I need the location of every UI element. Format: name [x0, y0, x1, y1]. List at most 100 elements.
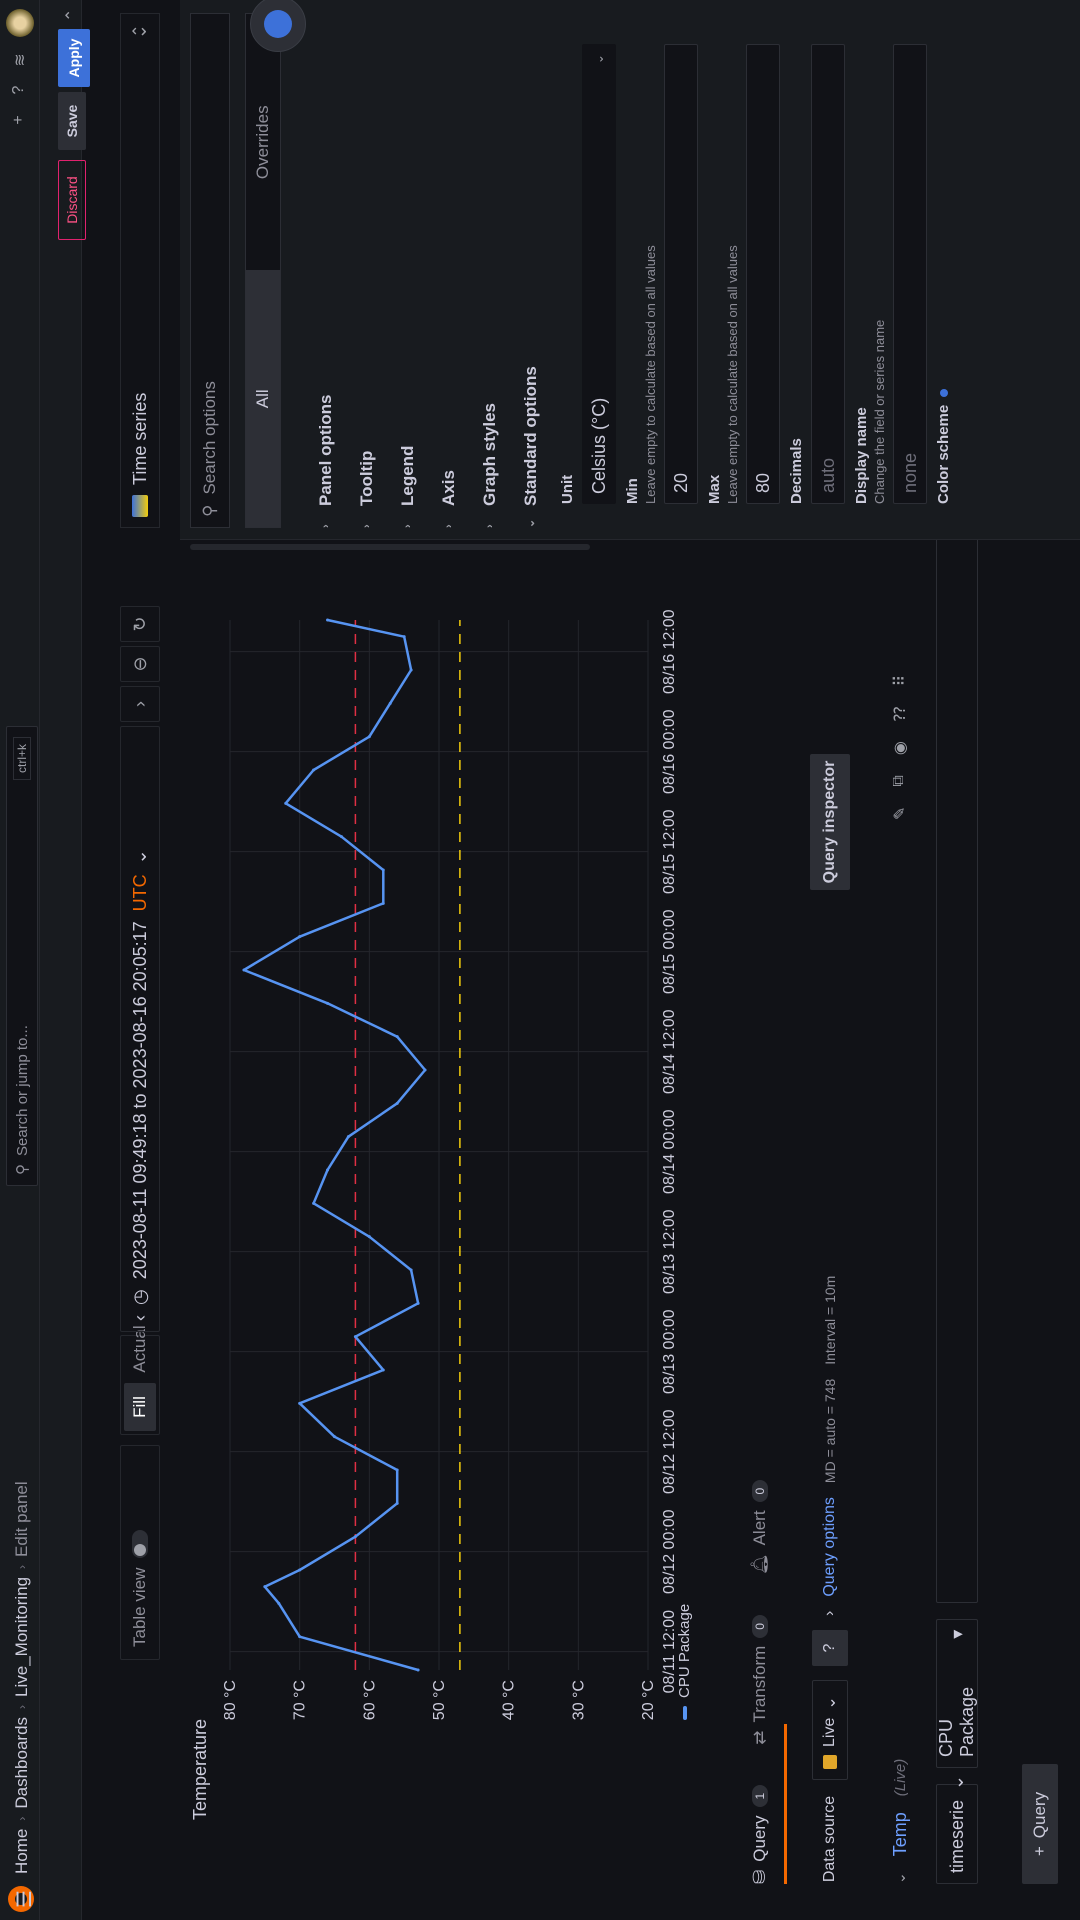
apply-button[interactable]: Apply: [58, 29, 90, 87]
max-data-points-info: MD = auto = 748: [822, 1378, 838, 1484]
channel-value: CPU Package: [936, 1686, 977, 1757]
section-label: Standard options: [520, 366, 540, 506]
section-standard-options[interactable]: ⌄ Standard options: [510, 13, 551, 528]
search-options-placeholder: Search options: [200, 381, 219, 495]
y-tick-label: 80 °C: [222, 1680, 239, 1720]
tab-transform-count: 0: [752, 1615, 768, 1638]
add-query-button[interactable]: + Query: [1022, 1764, 1058, 1884]
data-source-select[interactable]: Live ⌄: [812, 1680, 848, 1780]
time-series-chart: 20 °C 30 °C 40 °C 50 °C 60 °C 70 °C 80 °C 08/1…: [222, 609, 678, 1720]
max-field: Max Leave empty to calculate based on al…: [706, 13, 780, 504]
x-tick-label: 08/16 12:00: [661, 609, 678, 694]
tab-all[interactable]: All: [246, 270, 280, 527]
section-panel-options[interactable]: › Panel options: [305, 13, 346, 528]
save-button[interactable]: Save: [58, 92, 86, 150]
data-point: [312, 768, 316, 772]
help-icon[interactable]: ?: [10, 80, 30, 100]
data-point: [326, 618, 330, 622]
max-input[interactable]: 80: [746, 44, 780, 504]
pane-resize-handle[interactable]: [190, 544, 590, 550]
data-point: [416, 1668, 420, 1672]
data-point: [367, 735, 371, 739]
section-label: Legend: [397, 445, 417, 506]
eye-icon[interactable]: ◉: [890, 741, 910, 755]
x-tick-label: 08/14 12:00: [661, 1009, 678, 1094]
time-series-icon: [132, 495, 148, 517]
section-legend[interactable]: › Legend: [387, 13, 428, 528]
section-axis[interactable]: › Axis: [428, 13, 469, 528]
section-graph-styles[interactable]: › Graph styles: [469, 13, 510, 528]
data-point: [277, 1601, 281, 1605]
data-source-value: Live: [821, 1717, 838, 1747]
y-tick-label: 40 °C: [501, 1680, 518, 1720]
plus-icon: +: [1030, 1846, 1049, 1857]
help-icon[interactable]: ⁇: [890, 706, 910, 721]
grafana-edit-panel: ⚲ Search or jump to... ctrl+k + ? ≋ ☰ Ho…: [0, 0, 1080, 1920]
query-datasource-tag: (Live): [891, 1758, 909, 1797]
query-inspector-button[interactable]: Query inspector: [810, 754, 850, 890]
query-field-empty[interactable]: [936, 509, 978, 1603]
x-axis: 08/11 12:0008/12 00:0008/12 12:0008/13 0…: [661, 609, 678, 1693]
visualization-picker[interactable]: Time series ⌄: [120, 13, 160, 528]
data-point: [353, 1535, 357, 1539]
max-label: Max: [706, 474, 723, 504]
decimals-field: Decimals auto: [788, 13, 845, 504]
section-tooltip[interactable]: › Tooltip: [346, 13, 387, 528]
min-input[interactable]: 20: [664, 44, 698, 504]
data-point: [409, 1268, 413, 1272]
decimals-input[interactable]: auto: [811, 44, 845, 504]
query-name[interactable]: Temp: [890, 1812, 911, 1856]
chevron-right-icon[interactable]: ›: [821, 1611, 839, 1616]
chevron-right-icon: ›: [360, 524, 373, 528]
data-point: [388, 701, 392, 705]
data-point: [298, 1401, 302, 1405]
x-tick-label: 08/13 00:00: [661, 1309, 678, 1394]
chevron-right-icon: ›: [483, 524, 496, 528]
x-tick-label: 08/12 12:00: [661, 1409, 678, 1494]
tab-transform[interactable]: ⇄ Transform 0: [740, 1615, 780, 1745]
legend-swatch: [682, 1706, 687, 1720]
unit-value: Celsius (°C): [588, 397, 609, 494]
data-point: [242, 968, 246, 972]
news-feed-icon[interactable]: ≋: [10, 50, 30, 70]
help-icon[interactable]: ?: [812, 1630, 848, 1666]
edit-icon[interactable]: ✎: [890, 807, 910, 820]
options-list: › Panel options › Tooltip › Legend › Axis › G…: [305, 13, 952, 528]
display-name-description: Change the field or series name: [872, 319, 887, 504]
discard-button[interactable]: Discard: [58, 160, 86, 240]
data-point: [284, 801, 288, 805]
display-name-input[interactable]: none: [893, 44, 927, 504]
min-description: Leave empty to calculate based on all va…: [643, 245, 658, 504]
drag-handle-icon[interactable]: ⠿: [890, 675, 910, 687]
interval-info: Interval = 10m: [822, 1275, 838, 1365]
tab-alert[interactable]: 🔔︎ Alert 0: [740, 1479, 780, 1575]
unit-picker[interactable]: Celsius (°C) ⌄: [582, 44, 616, 504]
data-point: [298, 935, 302, 939]
tab-overrides[interactable]: Overrides: [246, 14, 280, 271]
modified-indicator-icon: [940, 388, 949, 397]
data-point: [298, 1635, 302, 1639]
scenario-select[interactable]: timeserie ⌄: [936, 1775, 978, 1884]
chevron-up-icon[interactable]: ⌃: [120, 14, 160, 48]
search-options-input[interactable]: ⚲ Search options: [190, 13, 230, 528]
tab-query[interactable]: ⛁ Query 1: [740, 1784, 780, 1884]
section-label: Tooltip: [356, 450, 376, 506]
duplicate-icon[interactable]: ⧉: [890, 775, 910, 786]
add-icon[interactable]: +: [10, 110, 30, 130]
y-tick-label: 70 °C: [292, 1680, 309, 1720]
tab-query-count: 1: [752, 1784, 768, 1808]
data-point: [353, 1335, 357, 1339]
channel-select[interactable]: CPU Package ▾: [936, 1618, 978, 1768]
y-tick-label: 30 °C: [570, 1680, 587, 1720]
data-point: [395, 1035, 399, 1039]
series-line: [242, 618, 427, 1672]
user-avatar[interactable]: [6, 9, 34, 37]
color-scheme-label: Color scheme: [935, 404, 952, 504]
min-field: Min Leave empty to calculate based on al…: [624, 13, 698, 504]
chevron-up-icon[interactable]: ⌃: [62, 9, 82, 22]
tab-query-label: Query: [750, 1815, 769, 1862]
query-options-toggle[interactable]: Query options: [821, 1497, 839, 1597]
chevron-down-icon[interactable]: ⌄: [892, 1872, 909, 1884]
data-point: [381, 901, 385, 905]
chart-legend[interactable]: CPU Package: [676, 1604, 693, 1720]
